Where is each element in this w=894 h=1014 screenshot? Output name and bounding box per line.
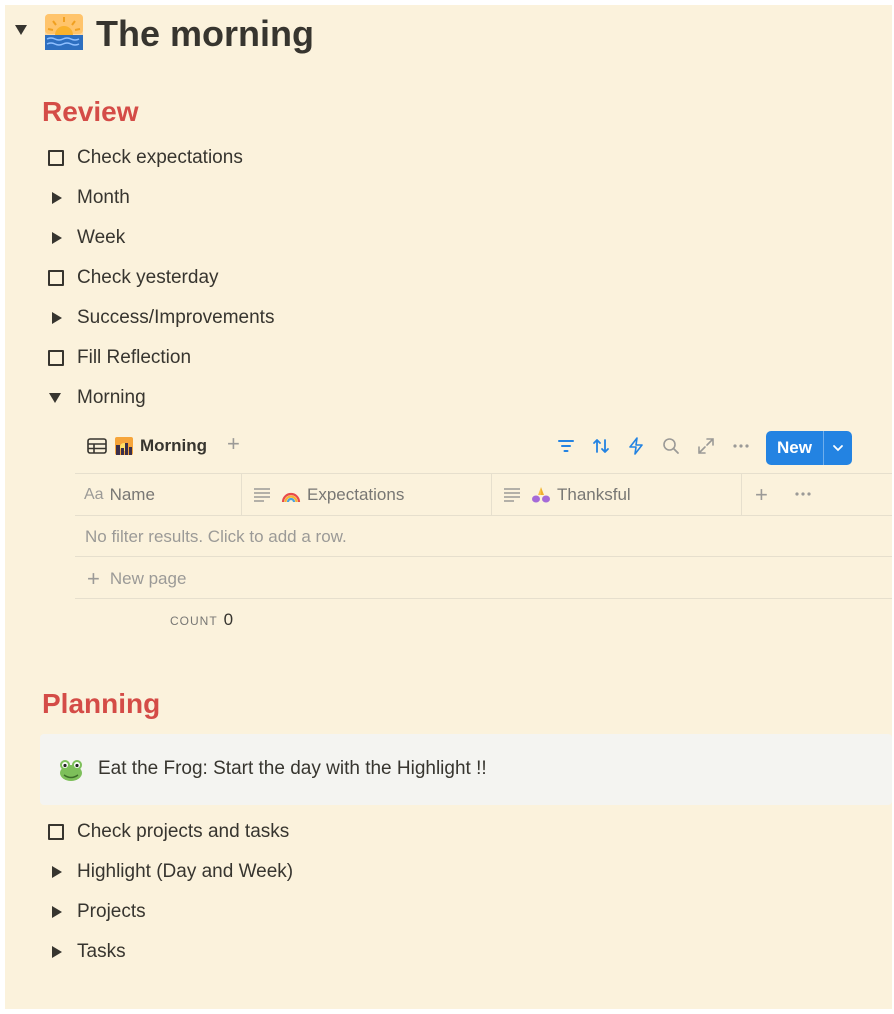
automation-bolt-icon[interactable] — [626, 436, 646, 456]
text-property-icon — [254, 487, 270, 502]
todo-check-expectations[interactable]: Check expectations — [47, 144, 243, 172]
page: The morning Review Check expectations Mo… — [5, 5, 892, 1009]
add-view-icon[interactable]: + — [227, 433, 240, 455]
todo-label: Check projects and tasks — [77, 821, 290, 842]
toggle-week[interactable]: Week — [47, 224, 125, 252]
column-header-expectations[interactable]: Expectations — [253, 474, 404, 515]
toggle-label: Morning — [77, 387, 146, 408]
text-aa-icon: Aa — [84, 485, 104, 503]
count-label: COUNT — [170, 614, 218, 628]
sort-icon[interactable] — [591, 436, 611, 456]
chevron-down-icon[interactable] — [824, 444, 852, 452]
new-button-label: New — [777, 438, 812, 457]
view-tab-label: Morning — [140, 436, 208, 455]
database-toolbar: Morning + New — [75, 426, 892, 466]
toggle-month[interactable]: Month — [47, 184, 130, 212]
todo-fill-reflection[interactable]: Fill Reflection — [47, 344, 191, 372]
text-property-icon — [504, 487, 520, 502]
review-heading: Review — [42, 96, 139, 127]
add-property-icon[interactable]: + — [755, 474, 768, 515]
folded-hands-icon — [532, 486, 550, 502]
search-icon[interactable] — [661, 436, 681, 456]
more-columns-icon[interactable] — [793, 489, 813, 499]
toggle-tasks[interactable]: Tasks — [47, 938, 126, 966]
checkbox[interactable] — [48, 824, 64, 840]
sunrise-over-sea-icon[interactable] — [45, 14, 83, 50]
todo-label: Fill Reflection — [77, 347, 192, 368]
checkbox[interactable] — [48, 150, 64, 166]
rainbow-icon — [281, 492, 301, 502]
toggle-caret-icon[interactable] — [52, 866, 62, 878]
toggle-caret-icon[interactable] — [52, 946, 62, 958]
city-sunrise-icon — [115, 437, 133, 455]
toggle-label: Success/Improvements — [77, 307, 275, 328]
count-calculation[interactable]: COUNT 0 — [170, 610, 233, 630]
toggle-caret-icon[interactable] — [52, 906, 62, 918]
toggle-caret-icon[interactable] — [52, 232, 62, 244]
toggle-label: Month — [77, 187, 130, 208]
toggle-caret-icon[interactable] — [52, 312, 62, 324]
todo-label: Check yesterday — [77, 267, 219, 288]
morning-database: Morning + New Aa Name Expectations Thank… — [75, 426, 892, 629]
checkbox[interactable] — [48, 270, 64, 286]
toggle-projects[interactable]: Projects — [47, 898, 146, 926]
toggle-caret-icon[interactable] — [52, 192, 62, 204]
toggle-label: Highlight (Day and Week) — [77, 861, 294, 882]
column-label: Expectations — [307, 484, 405, 504]
todo-check-projects-and-tasks[interactable]: Check projects and tasks — [47, 818, 289, 846]
toggle-highlight[interactable]: Highlight (Day and Week) — [47, 858, 293, 886]
new-page-label: New page — [109, 569, 187, 588]
filter-icon[interactable] — [556, 436, 576, 456]
toggle-label: Tasks — [77, 941, 126, 962]
column-header-name[interactable]: Aa Name — [84, 474, 155, 515]
todo-label: Check expectations — [77, 147, 243, 168]
more-icon[interactable] — [731, 436, 751, 456]
callout-eat-the-frog[interactable]: Eat the Frog: Start the day with the Hig… — [40, 734, 892, 805]
column-label: Name — [109, 484, 155, 504]
frog-icon — [60, 760, 82, 781]
toggle-open-caret-icon[interactable] — [49, 393, 61, 403]
checkbox[interactable] — [48, 350, 64, 366]
count-value: 0 — [223, 610, 234, 629]
expand-icon[interactable] — [696, 436, 716, 456]
toggle-label: Week — [77, 227, 126, 248]
table-view-icon — [87, 438, 107, 454]
todo-check-yesterday[interactable]: Check yesterday — [47, 264, 219, 292]
plus-icon: + — [87, 566, 100, 591]
page-title[interactable]: The morning — [96, 13, 314, 55]
toggle-success-improvements[interactable]: Success/Improvements — [47, 304, 274, 332]
empty-filter-message[interactable]: No filter results. Click to add a row. — [85, 527, 347, 547]
toggle-morning[interactable]: Morning — [47, 384, 146, 412]
new-page-button[interactable]: + New page — [87, 567, 186, 591]
new-record-button[interactable]: New — [766, 431, 852, 465]
column-header-thanksful[interactable]: Thanksful — [503, 474, 631, 515]
planning-heading: Planning — [42, 688, 161, 719]
view-tab-morning[interactable]: Morning — [87, 433, 207, 459]
column-label: Thanksful — [557, 484, 631, 504]
callout-text: Eat the Frog: Start the day with the Hig… — [98, 758, 487, 779]
toggle-label: Projects — [77, 901, 146, 922]
title-toggle-caret-icon[interactable] — [15, 25, 27, 35]
